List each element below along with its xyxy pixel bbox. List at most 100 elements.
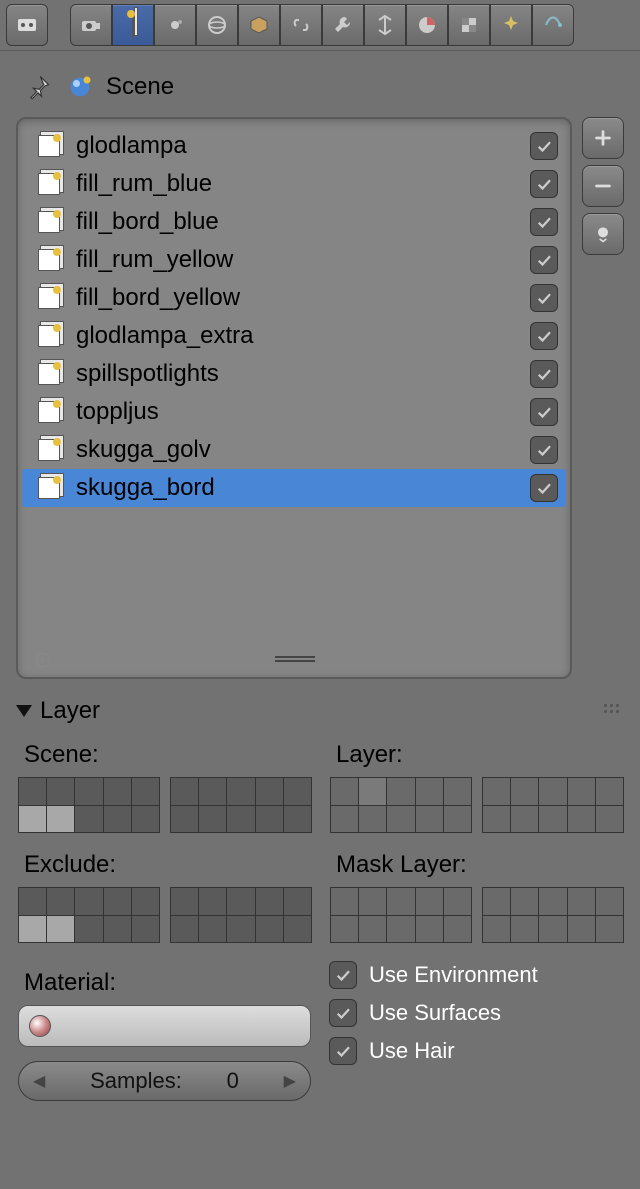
- layer-cell[interactable]: [483, 806, 510, 833]
- render-layer-enable-checkbox[interactable]: [530, 132, 558, 160]
- layer-cell[interactable]: [104, 888, 131, 915]
- layer-cell[interactable]: [511, 888, 538, 915]
- render-layer-name[interactable]: skugga_golv: [76, 436, 518, 464]
- tab-render[interactable]: [70, 4, 112, 46]
- layer-cell[interactable]: [483, 916, 510, 943]
- use-environment-checkbox[interactable]: [329, 961, 357, 989]
- layer-cell[interactable]: [511, 806, 538, 833]
- layer-panel-header[interactable]: Layer: [0, 679, 640, 733]
- layer-cell[interactable]: [483, 778, 510, 805]
- layer-cell[interactable]: [171, 778, 198, 805]
- render-layer-item[interactable]: glodlampa: [22, 127, 566, 165]
- editor-type-button[interactable]: [6, 4, 48, 46]
- layer-cell[interactable]: [104, 806, 131, 833]
- layer-cell[interactable]: [359, 778, 386, 805]
- layer-cell[interactable]: [387, 916, 414, 943]
- tab-constraints[interactable]: [280, 4, 322, 46]
- layer-cell[interactable]: [444, 888, 471, 915]
- layer-cell[interactable]: [596, 806, 623, 833]
- render-layer-enable-checkbox[interactable]: [530, 170, 558, 198]
- layer-cell[interactable]: [227, 778, 254, 805]
- layer-cell[interactable]: [256, 806, 283, 833]
- layer-cell[interactable]: [596, 778, 623, 805]
- render-layer-enable-checkbox[interactable]: [530, 284, 558, 312]
- render-layer-item[interactable]: fill_bord_blue: [22, 203, 566, 241]
- layer-cell[interactable]: [539, 806, 566, 833]
- use-hair-checkbox[interactable]: [329, 1037, 357, 1065]
- layer-cell[interactable]: [568, 916, 595, 943]
- use-environment-row[interactable]: Use Environment: [329, 961, 622, 989]
- render-layer-enable-checkbox[interactable]: [530, 474, 558, 502]
- layer-specials-button[interactable]: [582, 213, 624, 255]
- remove-layer-button[interactable]: [582, 165, 624, 207]
- tab-data[interactable]: [364, 4, 406, 46]
- use-surfaces-checkbox[interactable]: [329, 999, 357, 1027]
- layer-cell[interactable]: [132, 888, 159, 915]
- panel-drag-grip[interactable]: [604, 704, 624, 718]
- layer-cell[interactable]: [171, 888, 198, 915]
- mask-layers-grid-b[interactable]: [482, 887, 624, 943]
- layer-cell[interactable]: [104, 916, 131, 943]
- samples-increment[interactable]: ▶: [284, 1071, 296, 1091]
- tab-particles[interactable]: [490, 4, 532, 46]
- layer-cell[interactable]: [539, 778, 566, 805]
- layer-cell[interactable]: [511, 916, 538, 943]
- layer-layers-grid-b[interactable]: [482, 777, 624, 833]
- exclude-layers-grid-a[interactable]: [18, 887, 160, 943]
- layer-cell[interactable]: [596, 916, 623, 943]
- layer-cell[interactable]: [331, 778, 358, 805]
- layer-cell[interactable]: [132, 778, 159, 805]
- layer-cell[interactable]: [256, 888, 283, 915]
- layer-cell[interactable]: [75, 888, 102, 915]
- layer-cell[interactable]: [19, 888, 46, 915]
- render-layer-name[interactable]: fill_rum_blue: [76, 170, 518, 198]
- layer-cell[interactable]: [47, 806, 74, 833]
- layer-cell[interactable]: [444, 916, 471, 943]
- render-layer-name[interactable]: fill_bord_blue: [76, 208, 518, 236]
- layer-cell[interactable]: [444, 778, 471, 805]
- exclude-layers-grid-b[interactable]: [170, 887, 312, 943]
- render-layer-enable-checkbox[interactable]: [530, 436, 558, 464]
- samples-field[interactable]: ◀ Samples: 0 ▶: [18, 1061, 311, 1101]
- layer-cell[interactable]: [199, 888, 226, 915]
- layer-cell[interactable]: [132, 806, 159, 833]
- layer-cell[interactable]: [199, 806, 226, 833]
- render-layer-item[interactable]: fill_bord_yellow: [22, 279, 566, 317]
- list-resize-grip[interactable]: [275, 656, 315, 662]
- render-layer-name[interactable]: fill_rum_yellow: [76, 246, 518, 274]
- layer-cell[interactable]: [19, 916, 46, 943]
- render-layer-enable-checkbox[interactable]: [530, 360, 558, 388]
- render-layer-name[interactable]: spillspotlights: [76, 360, 518, 388]
- layer-cell[interactable]: [284, 806, 311, 833]
- layer-cell[interactable]: [19, 778, 46, 805]
- layer-cell[interactable]: [256, 916, 283, 943]
- tab-render-layers[interactable]: [112, 4, 154, 46]
- layer-cell[interactable]: [444, 806, 471, 833]
- render-layers-scroll[interactable]: glodlampa fill_rum_blue fill_bord_blue f…: [22, 127, 566, 645]
- tab-physics[interactable]: [532, 4, 574, 46]
- layer-cell[interactable]: [171, 806, 198, 833]
- render-layer-item[interactable]: spillspotlights: [22, 355, 566, 393]
- layer-cell[interactable]: [568, 778, 595, 805]
- layer-cell[interactable]: [199, 916, 226, 943]
- layer-cell[interactable]: [359, 806, 386, 833]
- layer-cell[interactable]: [331, 888, 358, 915]
- layer-cell[interactable]: [539, 888, 566, 915]
- layer-cell[interactable]: [256, 778, 283, 805]
- samples-decrement[interactable]: ◀: [33, 1071, 45, 1091]
- layer-cell[interactable]: [483, 888, 510, 915]
- layer-cell[interactable]: [568, 888, 595, 915]
- layer-cell[interactable]: [227, 916, 254, 943]
- tab-object[interactable]: [238, 4, 280, 46]
- layer-cell[interactable]: [19, 806, 46, 833]
- render-layer-name[interactable]: glodlampa_extra: [76, 322, 518, 350]
- layer-cell[interactable]: [359, 888, 386, 915]
- layer-cell[interactable]: [359, 916, 386, 943]
- layer-cell[interactable]: [47, 778, 74, 805]
- layer-cell[interactable]: [104, 778, 131, 805]
- add-layer-button[interactable]: [582, 117, 624, 159]
- render-layer-enable-checkbox[interactable]: [530, 398, 558, 426]
- layer-cell[interactable]: [416, 916, 443, 943]
- list-filter-button[interactable]: [34, 649, 54, 669]
- material-override-field[interactable]: [18, 1005, 311, 1047]
